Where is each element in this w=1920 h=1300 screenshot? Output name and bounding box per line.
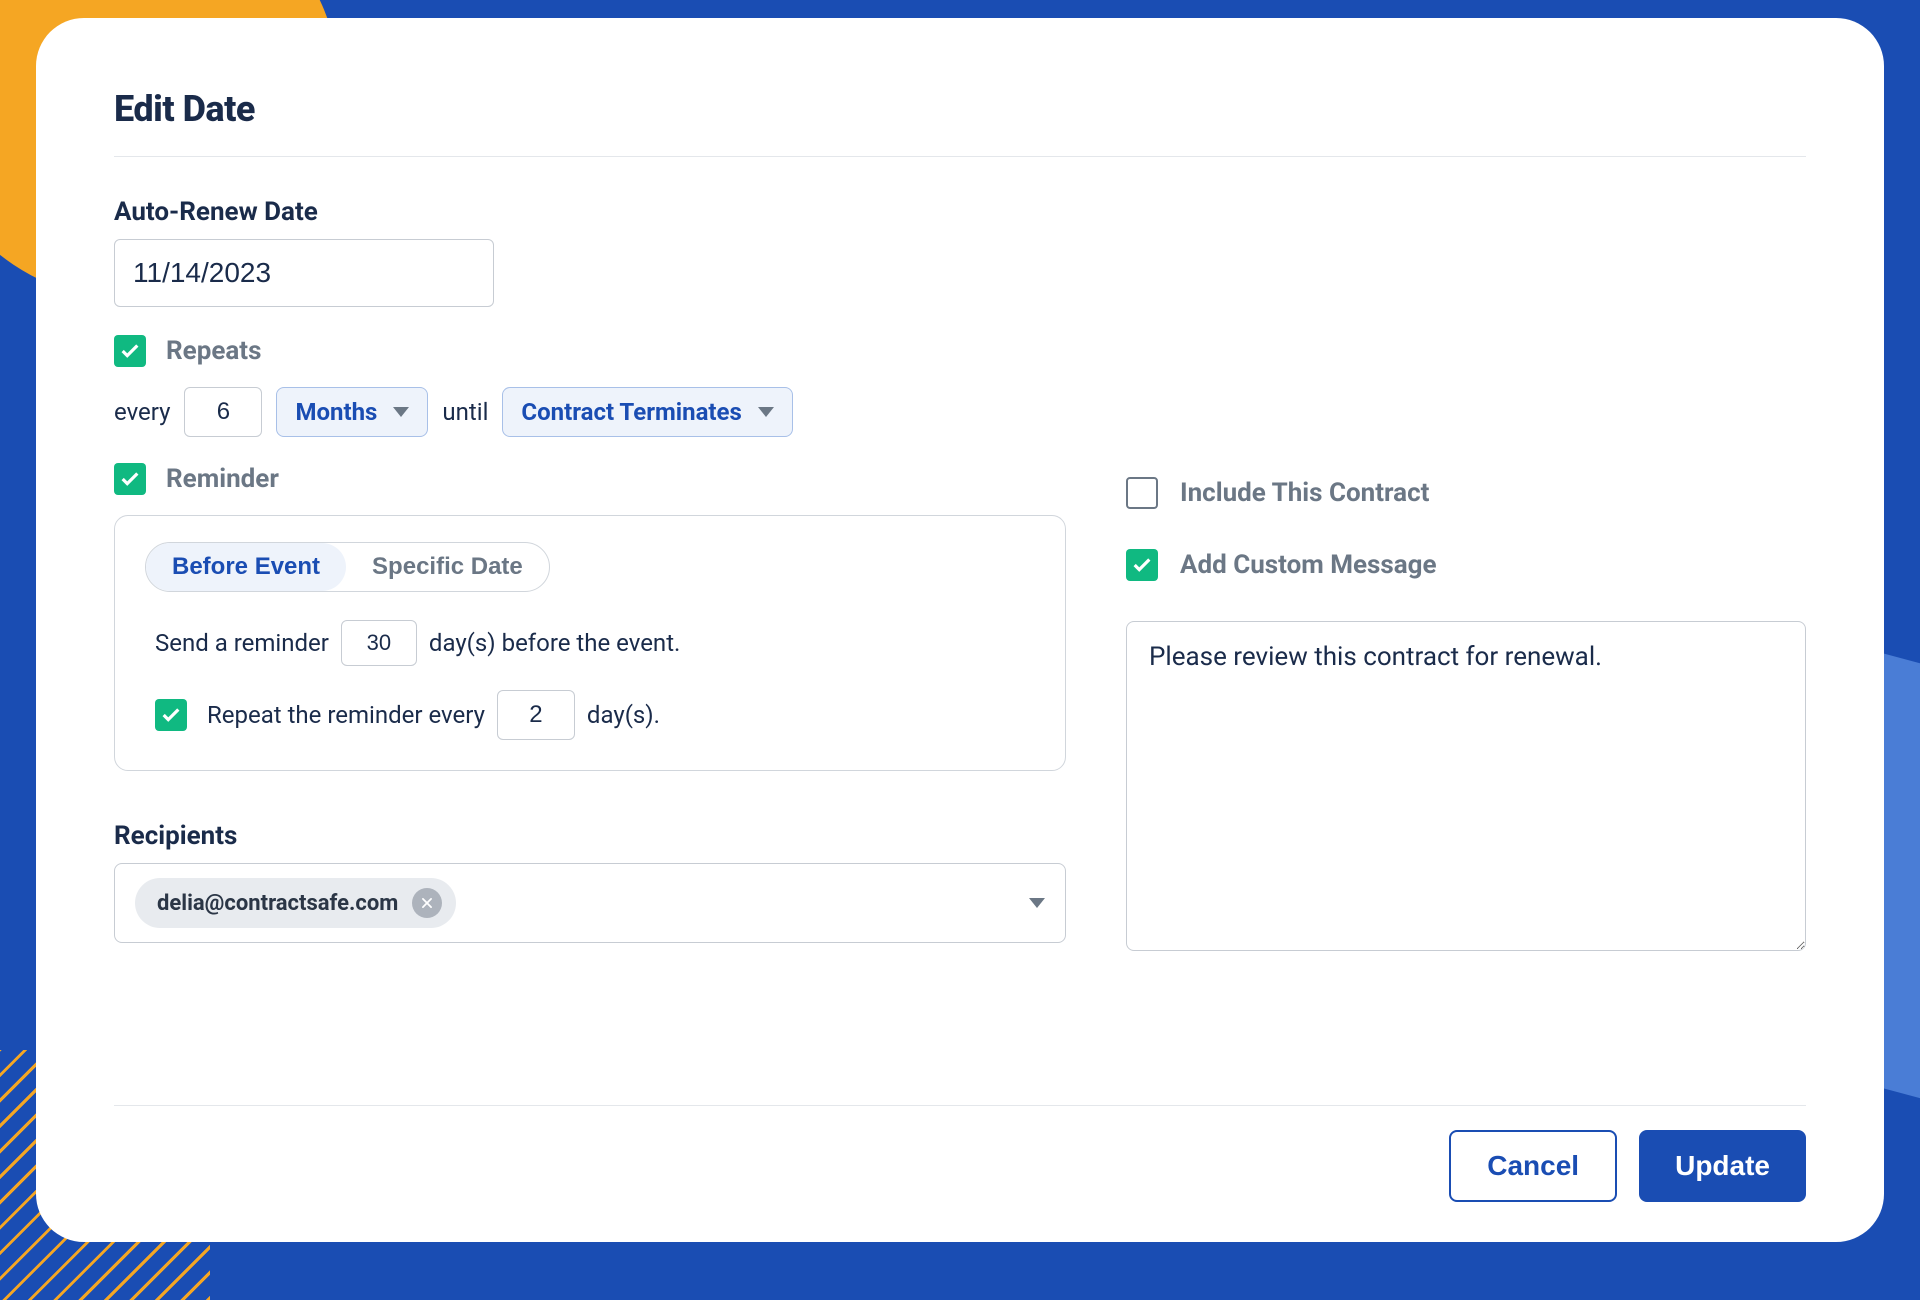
repeats-checkbox[interactable] xyxy=(114,335,146,367)
repeat-until-label: Contract Terminates xyxy=(521,398,741,426)
modal-body: Auto-Renew Date Repeats every Months xyxy=(114,157,1806,1085)
cancel-button[interactable]: Cancel xyxy=(1449,1130,1617,1202)
edit-date-modal: Edit Date Auto-Renew Date Repeats every xyxy=(36,18,1884,1242)
repeat-count-input[interactable] xyxy=(184,387,262,437)
chevron-down-icon xyxy=(393,407,409,417)
remove-recipient-button[interactable] xyxy=(412,888,442,918)
send-reminder-prefix: Send a reminder xyxy=(155,629,329,657)
repeat-frequency-row: every Months until Contract Terminates xyxy=(114,387,1066,437)
chevron-down-icon xyxy=(1029,898,1045,908)
check-icon xyxy=(119,468,141,490)
repeat-unit-label: Months xyxy=(295,398,377,426)
modal-footer: Cancel Update xyxy=(114,1105,1806,1202)
tab-specific-date[interactable]: Specific Date xyxy=(346,543,549,591)
custom-message-label: Add Custom Message xyxy=(1180,550,1437,580)
update-button[interactable]: Update xyxy=(1639,1130,1806,1202)
days-before-input[interactable] xyxy=(341,620,417,666)
custom-message-row: Add Custom Message xyxy=(1126,549,1806,581)
repeats-row: Repeats xyxy=(114,335,1066,367)
check-icon xyxy=(119,340,141,362)
reminder-label: Reminder xyxy=(166,464,279,494)
repeat-unit-select[interactable]: Months xyxy=(276,387,428,437)
reminder-settings-box: Before Event Specific Date Send a remind… xyxy=(114,515,1066,771)
left-column: Auto-Renew Date Repeats every Months xyxy=(114,197,1066,1085)
auto-renew-label: Auto-Renew Date xyxy=(114,197,1066,227)
until-label: until xyxy=(442,398,488,426)
recipients-label: Recipients xyxy=(114,821,1066,851)
custom-message-checkbox[interactable] xyxy=(1126,549,1158,581)
every-label: every xyxy=(114,398,170,426)
repeat-until-select[interactable]: Contract Terminates xyxy=(502,387,792,437)
close-icon xyxy=(420,896,434,910)
auto-renew-date-input[interactable] xyxy=(133,257,494,289)
repeat-reminder-suffix: day(s). xyxy=(587,701,660,729)
reminder-type-segmented: Before Event Specific Date xyxy=(145,542,550,592)
include-contract-row: Include This Contract xyxy=(1126,477,1806,509)
include-contract-label: Include This Contract xyxy=(1180,478,1429,508)
tab-before-event[interactable]: Before Event xyxy=(146,543,346,591)
repeat-reminder-days-input[interactable] xyxy=(497,690,575,740)
include-contract-checkbox[interactable] xyxy=(1126,477,1158,509)
send-reminder-suffix: day(s) before the event. xyxy=(429,629,680,657)
repeat-reminder-prefix: Repeat the reminder every xyxy=(207,701,485,729)
repeat-reminder-row: Repeat the reminder every day(s). xyxy=(145,690,1035,740)
repeats-label: Repeats xyxy=(166,336,261,366)
send-reminder-line: Send a reminder day(s) before the event. xyxy=(145,620,1035,666)
custom-message-textarea[interactable] xyxy=(1126,621,1806,951)
recipient-chip: delia@contractsafe.com xyxy=(135,878,456,928)
reminder-row: Reminder xyxy=(114,463,1066,495)
repeat-reminder-checkbox[interactable] xyxy=(155,699,187,731)
right-column: Include This Contract Add Custom Message xyxy=(1126,197,1806,1085)
auto-renew-date-field[interactable] xyxy=(114,239,494,307)
recipients-select[interactable]: delia@contractsafe.com xyxy=(114,863,1066,943)
recipient-chip-label: delia@contractsafe.com xyxy=(157,891,398,916)
modal-title: Edit Date xyxy=(114,88,1806,157)
reminder-checkbox[interactable] xyxy=(114,463,146,495)
check-icon xyxy=(160,704,182,726)
chevron-down-icon xyxy=(758,407,774,417)
check-icon xyxy=(1131,554,1153,576)
